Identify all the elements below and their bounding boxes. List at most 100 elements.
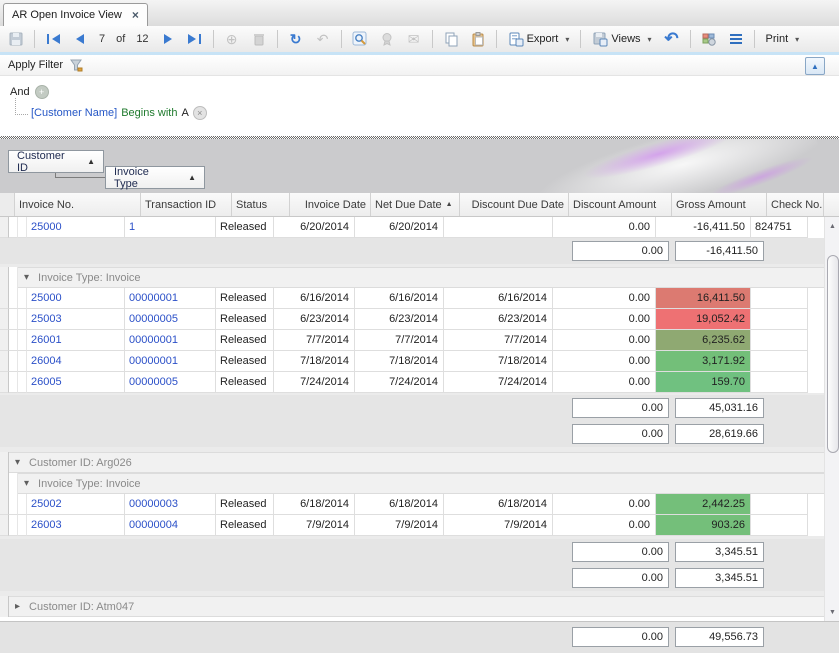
export-button[interactable]: Export ▾ — [503, 29, 575, 49]
column-header-discount-due-date[interactable]: Discount Due Date — [460, 193, 569, 216]
delete-record-button[interactable] — [247, 29, 271, 49]
invoice-no-cell[interactable]: 25000 — [27, 217, 125, 238]
first-record-icon — [47, 34, 49, 44]
menu-button[interactable] — [724, 29, 748, 49]
add-record-button[interactable]: ⊕ — [220, 29, 244, 49]
column-header-check-no[interactable]: Check No. — [767, 193, 824, 216]
refresh-button[interactable]: ↻ — [284, 29, 308, 49]
paste-button[interactable] — [466, 29, 490, 49]
invoice-row[interactable]: 25000 1 Released 6/20/2014 6/20/2014 0.0… — [0, 217, 839, 238]
column-header-invoice-no[interactable]: Invoice No. — [15, 193, 141, 216]
invoice-no-cell[interactable]: 25003 — [27, 309, 125, 330]
filter-field-link[interactable]: [Customer Name] — [31, 107, 117, 119]
apply-filter-bar[interactable]: Apply Filter ▲ — [0, 55, 839, 76]
column-header-transaction-id[interactable]: Transaction ID — [141, 193, 232, 216]
print-button[interactable]: Print ▾ — [761, 29, 805, 49]
net-due-date-cell: 6/20/2014 — [355, 217, 444, 238]
group-button-invoice-type[interactable]: Invoice Type ▲ — [105, 166, 205, 189]
scrollbar-thumb[interactable] — [827, 255, 839, 453]
column-header-discount-amount[interactable]: Discount Amount — [569, 193, 672, 216]
transaction-id-cell[interactable]: 00000001 — [125, 351, 216, 372]
next-record-button[interactable] — [156, 29, 180, 49]
print-dropdown-icon[interactable]: ▾ — [795, 35, 799, 44]
grid-settings-button[interactable] — [697, 29, 721, 49]
transaction-id-cell[interactable]: 00000004 — [125, 515, 216, 536]
export-dropdown-icon[interactable]: ▾ — [565, 35, 569, 44]
last-record-button[interactable] — [183, 29, 207, 49]
transaction-id-cell[interactable]: 00000003 — [125, 494, 216, 515]
filter-op-link[interactable]: Begins with — [121, 107, 177, 119]
summary-gross-amount: 28,619.66 — [675, 424, 764, 444]
invoice-row[interactable]: 26001 00000001 Released 7/7/2014 7/7/201… — [0, 330, 839, 351]
net-due-date-cell: 7/18/2014 — [355, 351, 444, 372]
transaction-id-cell[interactable]: 00000001 — [125, 288, 216, 309]
group-row-invoice-type[interactable]: ▾ Invoice Type: Invoice — [0, 473, 839, 494]
pager-current: 7 — [95, 33, 109, 45]
invoice-no-cell[interactable]: 25000 — [27, 288, 125, 309]
revert-button[interactable]: ↶ — [311, 29, 335, 49]
filter-operator-label[interactable]: And — [10, 86, 30, 98]
scroll-up-button[interactable]: ▲ — [825, 219, 839, 233]
collapse-filter-panel-button[interactable]: ▲ — [805, 57, 825, 75]
mail-icon: ✉ — [408, 32, 420, 46]
add-condition-icon[interactable]: + — [35, 85, 49, 99]
print-label: Print — [766, 33, 789, 45]
invoice-row[interactable]: 25000 00000001 Released 6/16/2014 6/16/2… — [0, 288, 839, 309]
first-record-button[interactable] — [41, 29, 65, 49]
group-row-customer-atm047[interactable]: ▸ Customer ID: Atm047 — [0, 596, 839, 617]
invoice-row[interactable]: 25003 00000005 Released 6/23/2014 6/23/2… — [0, 309, 839, 330]
transaction-id-cell[interactable]: 00000001 — [125, 330, 216, 351]
copy-button[interactable] — [439, 29, 463, 49]
invoice-no-cell[interactable]: 26001 — [27, 330, 125, 351]
column-header-invoice-date[interactable]: Invoice Date — [290, 193, 371, 216]
search-button[interactable] — [348, 29, 372, 49]
filter-tree: And + [Customer Name] Begins with A × — [0, 76, 839, 136]
group-collapsed-icon[interactable]: ▸ — [15, 601, 20, 612]
column-header-status[interactable]: Status — [232, 193, 290, 216]
undo-button[interactable]: ↶ — [660, 29, 684, 49]
filter-operator-row[interactable]: And + — [10, 85, 49, 99]
tab-ar-open-invoice-view[interactable]: AR Open Invoice View × — [3, 3, 148, 26]
group-row-invoice-type[interactable]: ▾ Invoice Type: Invoice — [0, 267, 839, 288]
tab-bar: AR Open Invoice View × — [0, 0, 839, 27]
group-expanded-icon[interactable]: ▾ — [24, 478, 29, 489]
transaction-id-cell[interactable]: 00000005 — [125, 309, 216, 330]
views-button[interactable]: Views ▾ — [587, 29, 656, 49]
column-header-net-due-date[interactable]: Net Due Date▲ — [371, 193, 460, 216]
group-expanded-icon[interactable]: ▾ — [24, 272, 29, 283]
mail-button[interactable]: ✉ — [402, 29, 426, 49]
previous-record-button[interactable] — [68, 29, 92, 49]
save-button[interactable] — [4, 29, 28, 49]
views-label: Views — [611, 33, 640, 45]
status-cell: Released — [216, 351, 274, 372]
remove-condition-icon[interactable]: × — [193, 106, 207, 120]
invoice-no-cell[interactable]: 26003 — [27, 515, 125, 536]
invoice-no-cell[interactable]: 26004 — [27, 351, 125, 372]
check-no-cell — [751, 494, 808, 515]
tab-close-icon[interactable]: × — [132, 8, 139, 22]
ar-open-invoice-window: AR Open Invoice View × 7 of 12 ⊕ ↻ ↶ ✉ — [0, 0, 839, 653]
invoice-row[interactable]: 25002 00000003 Released 6/18/2014 6/18/2… — [0, 494, 839, 515]
net-due-date-cell: 7/9/2014 — [355, 515, 444, 536]
transaction-id-cell[interactable]: 1 — [125, 217, 216, 238]
vertical-scrollbar[interactable]: ▲ ▼ — [824, 217, 839, 621]
transaction-id-cell[interactable]: 00000005 — [125, 372, 216, 393]
group-row-customer-arg026[interactable]: ▾ Customer ID: Arg026 — [0, 452, 839, 473]
invoice-no-cell[interactable]: 25002 — [27, 494, 125, 515]
scroll-up-icon: ▲ — [829, 223, 836, 230]
revert-icon: ↶ — [317, 32, 329, 46]
filter-value-link[interactable]: A — [181, 107, 188, 119]
check-no-cell — [751, 515, 808, 536]
group-button-customer-id[interactable]: Customer ID ▲ — [8, 150, 104, 173]
column-header-gross-amount[interactable]: Gross Amount — [672, 193, 767, 216]
invoice-row[interactable]: 26005 00000005 Released 7/24/2014 7/24/2… — [0, 372, 839, 393]
invoice-no-cell[interactable]: 26005 — [27, 372, 125, 393]
group-expanded-icon[interactable]: ▾ — [15, 457, 20, 468]
invoice-row[interactable]: 26004 00000001 Released 7/18/2014 7/18/2… — [0, 351, 839, 372]
badge-button[interactable] — [375, 29, 399, 49]
net-due-date-cell: 6/18/2014 — [355, 494, 444, 515]
invoice-row[interactable]: 26003 00000004 Released 7/9/2014 7/9/201… — [0, 515, 839, 536]
views-dropdown-icon[interactable]: ▾ — [648, 35, 652, 44]
gross-amount-cell: 19,052.42 — [656, 309, 751, 330]
scroll-down-button[interactable]: ▼ — [825, 605, 839, 619]
